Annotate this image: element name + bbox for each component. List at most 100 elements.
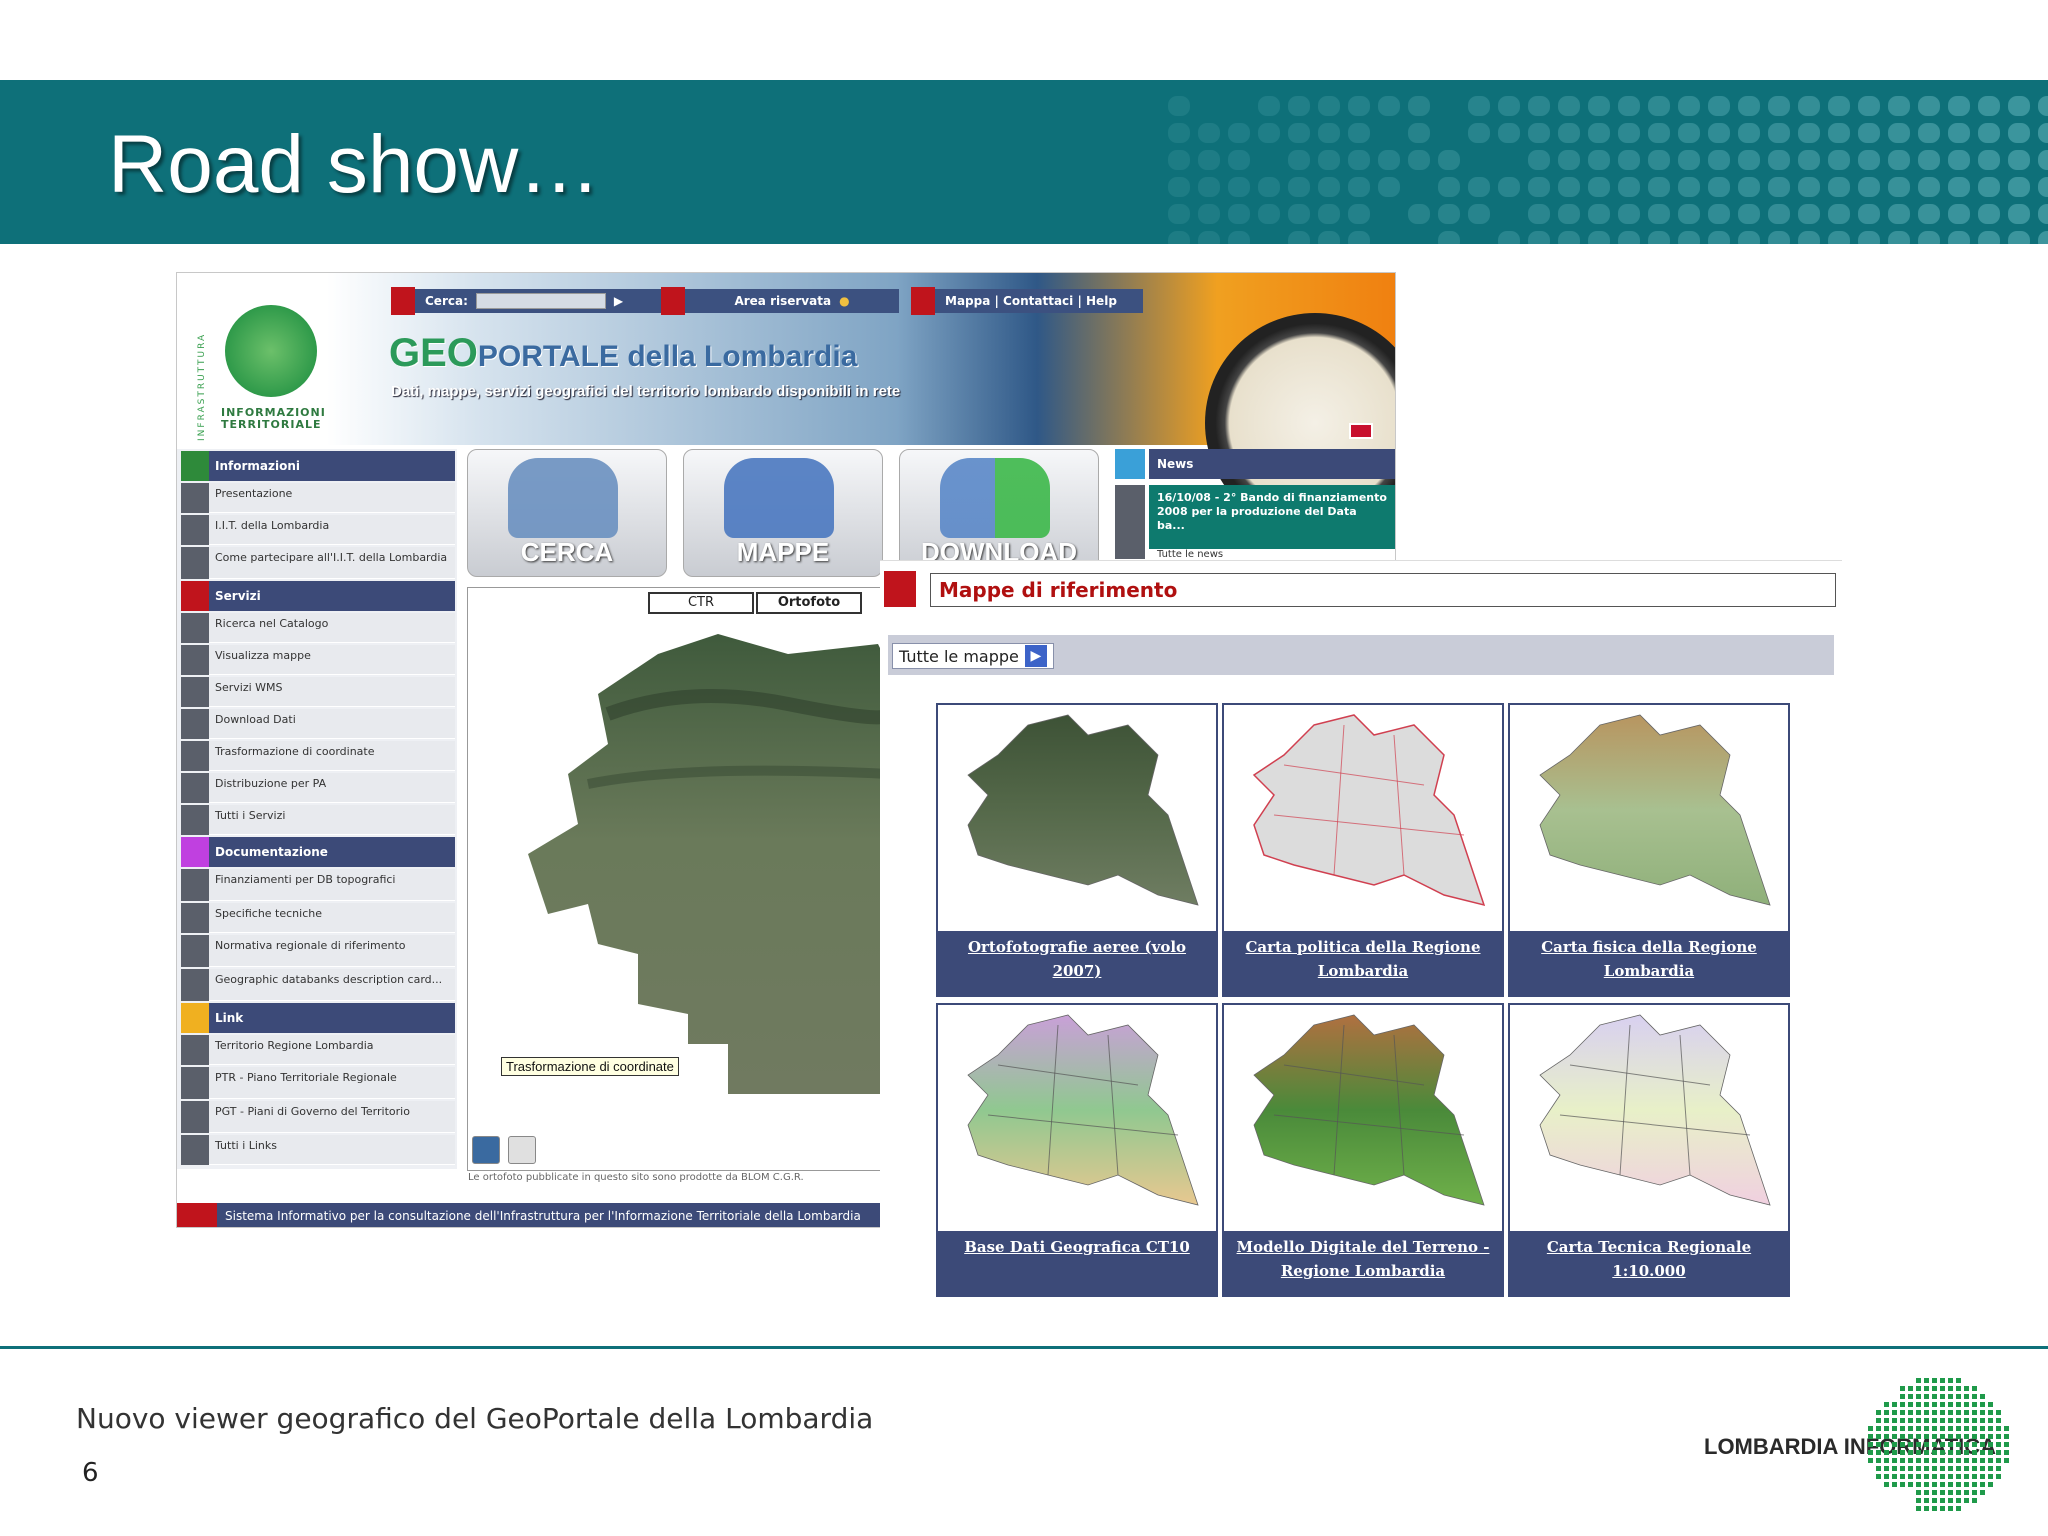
area-riservata-link[interactable]: Area riservata: [734, 294, 831, 308]
slide-title: Road show…: [108, 118, 600, 212]
map-card-caption[interactable]: Carta Tecnica Regionale 1:10.000: [1510, 1231, 1788, 1295]
menu-section-servizi[interactable]: Servizi: [181, 581, 455, 611]
menu-item[interactable]: PGT - Piani di Governo del Territorio: [181, 1101, 455, 1133]
map-card-caption[interactable]: Base Dati Geografica CT10: [938, 1231, 1216, 1295]
reference-maps-header: Mappe di riferimento: [884, 571, 1842, 607]
menu-item[interactable]: Normativa regionale di riferimento: [181, 935, 455, 967]
map-thumbnail-ct10[interactable]: [938, 1005, 1216, 1231]
menu-item[interactable]: Ricerca nel Catalogo: [181, 613, 455, 643]
menu-item[interactable]: Geographic databanks description card...: [181, 969, 455, 1001]
map-card-physical[interactable]: Carta fisica della Regione Lombardia: [1508, 703, 1790, 997]
menu-section-informazioni[interactable]: Informazioni: [181, 451, 455, 481]
map-viewer: CTR Ortofoto Le ortofoto pubblicate in q…: [467, 587, 887, 1171]
eye-map-icon: [724, 458, 834, 538]
map-card-political[interactable]: Carta politica della Regione Lombardia: [1222, 703, 1504, 997]
menu-item[interactable]: Distribuzione per PA: [181, 773, 455, 803]
news-item[interactable]: 16/10/08 - 2° Bando di finanziamento 200…: [1149, 485, 1395, 549]
geoportal-title: GEOPORTALE della Lombardia: [389, 331, 857, 376]
menu-item[interactable]: Trasformazione di coordinate: [181, 741, 455, 771]
menu-item[interactable]: Download Dati: [181, 709, 455, 739]
menu-item[interactable]: Tutti i Servizi: [181, 805, 455, 835]
print-icon[interactable]: [508, 1136, 536, 1164]
menu-item-label: Download Dati: [209, 709, 455, 739]
map-tools: [472, 1136, 536, 1164]
map-card-ortho[interactable]: Ortofotografie aeree (volo 2007): [936, 703, 1218, 997]
lombardia-dot-map-logo: [1856, 1366, 2016, 1516]
tile-mappe[interactable]: MAPPE: [683, 449, 883, 577]
menu-heading: Link: [209, 1003, 455, 1033]
tile-download[interactable]: DOWNLOAD: [899, 449, 1099, 577]
map-tabs: CTR Ortofoto: [648, 592, 862, 614]
slide: Road show… INFRASTRUTTURA INFORMAZIONI T…: [0, 0, 2048, 1536]
top-links[interactable]: Mappa | Contattaci | Help: [935, 289, 1143, 313]
ortho-map-lombardia[interactable]: [488, 624, 888, 1124]
menu-item[interactable]: Specifiche tecniche: [181, 903, 455, 933]
menu-item[interactable]: Finanziamenti per DB topografici: [181, 869, 455, 901]
map-thumbnail-political[interactable]: [1224, 705, 1502, 931]
menu-item[interactable]: Visualizza mappe: [181, 645, 455, 675]
menu-item-label: Tutti i Servizi: [209, 805, 455, 835]
news-box: News 16/10/08 - 2° Bando di finanziament…: [1115, 449, 1395, 559]
menu-section-link[interactable]: Link: [181, 1003, 455, 1033]
menu-item-label: Distribuzione per PA: [209, 773, 455, 803]
zoom-tool-icon[interactable]: [472, 1136, 500, 1164]
footer-rule: [0, 1346, 2048, 1349]
menu-item-label: Normativa regionale di riferimento: [209, 935, 455, 967]
menu-item-label: Ricerca nel Catalogo: [209, 613, 455, 643]
uk-flag-icon[interactable]: [1349, 423, 1373, 439]
map-card-caption[interactable]: Carta fisica della Regione Lombardia: [1510, 931, 1788, 995]
tab-ctr[interactable]: CTR: [648, 592, 754, 614]
menu-item[interactable]: Tutti i Links: [181, 1135, 455, 1165]
menu-section-documentazione[interactable]: Documentazione: [181, 837, 455, 867]
menu-item[interactable]: Presentazione: [181, 483, 455, 513]
tile-cerca[interactable]: CERCA: [467, 449, 667, 577]
menu-item-label: PGT - Piani di Governo del Territorio: [209, 1101, 455, 1133]
search-label: Cerca:: [425, 294, 468, 308]
menu-heading: Documentazione: [209, 837, 455, 867]
page-number: 6: [82, 1458, 99, 1488]
all-maps-button[interactable]: Tutte le mappe ▶: [892, 643, 1054, 669]
geoportal-subtitle: Dati, mappe, servizi geografici del terr…: [391, 383, 900, 400]
menu-item-label: Servizi WMS: [209, 677, 455, 707]
map-thumbnail-ctr[interactable]: [1510, 1005, 1788, 1231]
news-more-link[interactable]: Tutte le news: [1157, 549, 1223, 560]
map-thumbnail-physical[interactable]: [1510, 705, 1788, 931]
menu-item-label: Specifiche tecniche: [209, 903, 455, 933]
menu-item[interactable]: Territorio Regione Lombardia: [181, 1035, 455, 1065]
map-card-ctr[interactable]: Carta Tecnica Regionale 1:10.000: [1508, 1003, 1790, 1297]
map-card-dtm[interactable]: Modello Digitale del Terreno - Regione L…: [1222, 1003, 1504, 1297]
menu-item-label: PTR - Piano Territoriale Regionale: [209, 1067, 455, 1099]
tab-ortofoto[interactable]: Ortofoto: [756, 592, 862, 614]
all-maps-bar: Tutte le mappe ▶: [888, 635, 1834, 675]
menu-item-label: Visualizza mappe: [209, 645, 455, 675]
reference-maps-panel: Mappe di riferimento Tutte le mappe ▶ Or…: [880, 560, 1842, 1310]
menu-item[interactable]: Come partecipare all'I.I.T. della Lombar…: [181, 547, 455, 579]
geoportal-logo[interactable]: INFRASTRUTTURA INFORMAZIONI TERRITORIALE: [187, 281, 327, 443]
menu-item-label: Presentazione: [209, 483, 455, 513]
menu-item-label: Tutti i Links: [209, 1135, 455, 1165]
tooltip: Trasformazione di coordinate: [501, 1057, 679, 1076]
menu-item[interactable]: I.I.T. della Lombardia: [181, 515, 455, 545]
search-go-icon[interactable]: ▶: [614, 294, 623, 308]
menu-item[interactable]: Servizi WMS: [181, 677, 455, 707]
map-thumbnail-dtm[interactable]: [1224, 1005, 1502, 1231]
top-links-bar: Mappa | Contattaci | Help: [911, 287, 1143, 315]
map-card-caption[interactable]: Carta politica della Regione Lombardia: [1224, 931, 1502, 995]
search-input[interactable]: [476, 293, 606, 309]
menu-item[interactable]: PTR - Piano Territoriale Regionale: [181, 1067, 455, 1099]
menu-item-label: Trasformazione di coordinate: [209, 741, 455, 771]
magnifier-icon: [508, 458, 618, 538]
map-thumbnail-ortho[interactable]: [938, 705, 1216, 931]
reference-maps-title: Mappe di riferimento: [930, 573, 1836, 607]
menu-item-label: Geographic databanks description card...: [209, 969, 455, 1001]
decorative-dot-pattern: [1148, 80, 2048, 244]
lock-icon: ●: [839, 294, 849, 308]
area-riservata-bar: Area riservata ●: [661, 287, 899, 315]
map-card-caption[interactable]: Modello Digitale del Terreno - Regione L…: [1224, 1231, 1502, 1295]
download-folder-icon: [940, 458, 1050, 538]
search-bar: Cerca: ▶: [391, 287, 673, 315]
map-card-ct10[interactable]: Base Dati Geografica CT10: [936, 1003, 1218, 1297]
menu-item-label: Finanziamenti per DB topografici: [209, 869, 455, 901]
map-card-caption[interactable]: Ortofotografie aeree (volo 2007): [938, 931, 1216, 995]
menu-item-label: Territorio Regione Lombardia: [209, 1035, 455, 1065]
